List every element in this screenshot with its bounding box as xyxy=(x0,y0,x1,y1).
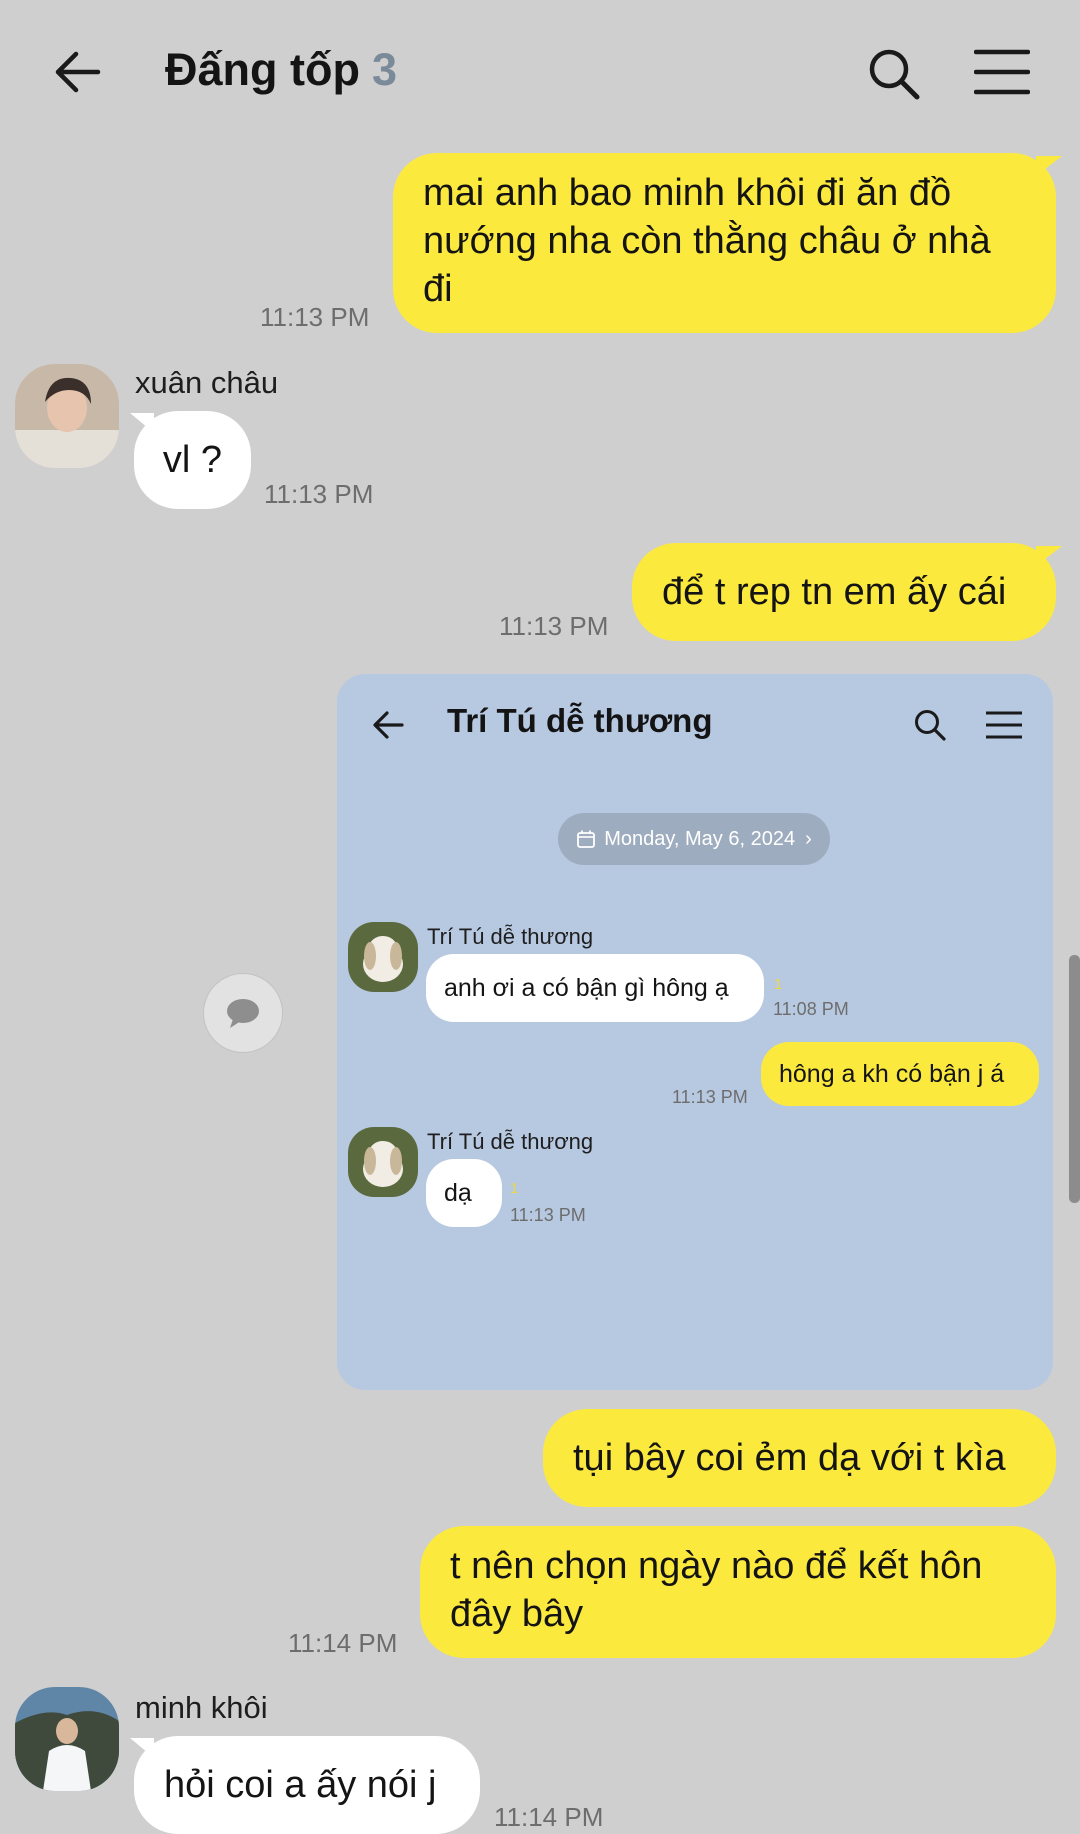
message-time: 11:13 PM xyxy=(510,1205,586,1225)
message-bubble-outgoing[interactable]: t nên chọn ngày nào để kết hôn đây bây xyxy=(420,1526,1056,1658)
menu-button[interactable] xyxy=(973,48,1031,96)
date-pill: Monday, May 6, 2024 › xyxy=(558,813,830,865)
search-icon xyxy=(869,49,920,100)
avatar-xuan-chau[interactable] xyxy=(15,364,119,468)
sender-name: xuân châu xyxy=(135,365,279,400)
message-bubble-incoming[interactable]: hỏi coi a ấy nói j xyxy=(134,1736,480,1834)
member-count: 3 xyxy=(371,44,397,95)
bubble-tail xyxy=(130,413,154,433)
sender-name: Trí Tú dễ thương xyxy=(427,924,594,949)
message-text: t nên chọn ngày nào để kết hôn đây bây xyxy=(450,1545,983,1635)
message-text: anh ơi a có bận gì hông ạ xyxy=(444,973,729,1002)
hamburger-menu-icon xyxy=(973,49,1031,95)
chat-title-area[interactable]: Đấng tốp 3 xyxy=(165,44,397,96)
message-bubble-outgoing[interactable]: tụi bây coi ẻm dạ với t kìa xyxy=(543,1409,1056,1507)
sender-name: Trí Tú dễ thương xyxy=(427,1129,594,1154)
message-time: 11:13 PM xyxy=(264,479,374,509)
sender-name: minh khôi xyxy=(135,1690,268,1725)
arrow-left-icon xyxy=(373,711,404,739)
search-button[interactable] xyxy=(866,46,922,102)
read-count: 1 xyxy=(774,976,783,993)
arrow-left-icon xyxy=(55,51,101,93)
message-text: tụi bây coi ẻm dạ với t kìa xyxy=(573,1437,1006,1479)
message-text: mai anh bao minh khôi đi ăn đồ nướng nha… xyxy=(423,172,991,310)
message-time: 11:13 PM xyxy=(672,1087,748,1107)
avatar-tri-tu xyxy=(348,922,418,992)
message-bubble-outgoing[interactable]: để t rep tn em ấy cái xyxy=(632,543,1056,641)
bubble-tail xyxy=(1036,156,1062,176)
search-icon xyxy=(915,710,946,741)
message-time: 11:13 PM xyxy=(260,302,370,332)
message-text: vl ? xyxy=(162,439,223,481)
message-time: 11:13 PM xyxy=(499,611,609,641)
speech-bubble-icon xyxy=(227,999,259,1028)
chat-title: Đấng tốp xyxy=(165,44,360,95)
message-text: hông a kh có bận j á xyxy=(779,1059,1005,1088)
avatar-minh-khoi[interactable] xyxy=(15,1687,119,1791)
message-bubble-incoming: anh ơi a có bận gì hông ạ xyxy=(426,954,764,1022)
avatar-image xyxy=(15,1687,119,1791)
avatar-tri-tu xyxy=(348,1127,418,1197)
message-bubble-outgoing[interactable]: mai anh bao minh khôi đi ăn đồ nướng nha… xyxy=(393,153,1056,333)
message-time: 11:14 PM xyxy=(288,1628,398,1658)
bubble-tail xyxy=(1036,546,1062,566)
avatar-image xyxy=(348,922,418,992)
chevron-right-icon: › xyxy=(805,827,812,850)
calendar-icon xyxy=(577,830,596,848)
date-label: Monday, May 6, 2024 xyxy=(604,827,796,850)
message-text: dạ xyxy=(444,1178,472,1207)
message-text: để t rep tn em ấy cái xyxy=(662,571,1007,613)
share-comment-button[interactable] xyxy=(203,973,283,1053)
message-bubble-incoming: dạ xyxy=(426,1159,502,1227)
message-time: 11:08 PM xyxy=(773,999,849,1019)
scrollbar[interactable] xyxy=(1069,955,1080,1203)
avatar-image xyxy=(15,364,119,468)
back-button[interactable] xyxy=(52,46,104,98)
hamburger-menu-icon xyxy=(986,711,1022,739)
message-time: 11:14 PM xyxy=(494,1802,604,1832)
shared-screenshot-image[interactable]: Trí Tú dễ thương Monday, May 6, 2024 › T… xyxy=(337,674,1053,1390)
screenshot-chat-title: Trí Tú dễ thương xyxy=(447,702,713,739)
read-count: 1 xyxy=(510,1180,519,1197)
message-text: hỏi coi a ấy nói j xyxy=(164,1764,437,1806)
avatar-image xyxy=(348,1127,418,1197)
bubble-tail xyxy=(130,1738,154,1758)
message-bubble-outgoing: hông a kh có bận j á xyxy=(761,1042,1039,1106)
